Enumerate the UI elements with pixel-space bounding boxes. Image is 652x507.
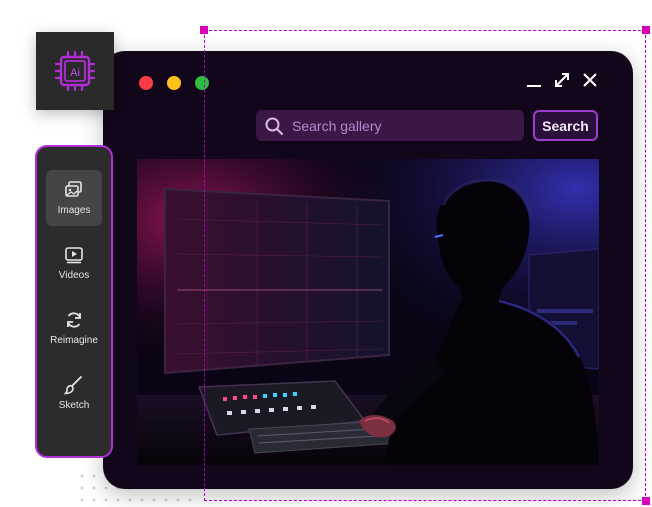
- tool-images-label: Images: [57, 205, 91, 216]
- gallery-window: Search: [103, 51, 633, 489]
- selection-handle-top-right[interactable]: [642, 26, 650, 34]
- images-icon: [64, 180, 84, 200]
- close-traffic-light[interactable]: [139, 76, 153, 90]
- tool-sketch[interactable]: Sketch: [46, 365, 102, 421]
- search-bar: [256, 110, 524, 141]
- search-icon: [264, 116, 284, 136]
- tool-videos[interactable]: Videos: [46, 235, 102, 291]
- minimize-traffic-light[interactable]: [167, 76, 181, 90]
- search-input[interactable]: [292, 117, 492, 134]
- selection-handle-bottom-right[interactable]: [642, 497, 650, 505]
- tool-reimagine[interactable]: Reimagine: [46, 300, 102, 356]
- video-icon: [64, 245, 84, 265]
- expand-icon[interactable]: [553, 71, 571, 89]
- tool-sketch-label: Sketch: [58, 400, 90, 411]
- selection-handle-top-left[interactable]: [200, 26, 208, 34]
- maximize-traffic-light[interactable]: [195, 76, 209, 90]
- close-icon[interactable]: [581, 71, 599, 89]
- tool-reimagine-label: Reimagine: [50, 335, 98, 346]
- stage: Search gallery Search Ai Images Videos R…: [0, 0, 652, 507]
- window-controls: [525, 71, 599, 89]
- gallery-image[interactable]: [137, 159, 599, 465]
- ai-chip-logo: Ai: [36, 32, 114, 110]
- ai-logo-text: Ai: [70, 67, 80, 79]
- brush-icon: [64, 375, 84, 395]
- tool-images[interactable]: Images: [46, 170, 102, 226]
- tool-sidebar: Images Videos Reimagine Sketch: [35, 145, 113, 458]
- minimize-icon[interactable]: [525, 71, 543, 89]
- refresh-icon: [64, 310, 84, 330]
- ai-chip-icon: Ai: [54, 50, 96, 92]
- search-button[interactable]: Search: [533, 110, 598, 141]
- tool-videos-label: Videos: [58, 270, 90, 281]
